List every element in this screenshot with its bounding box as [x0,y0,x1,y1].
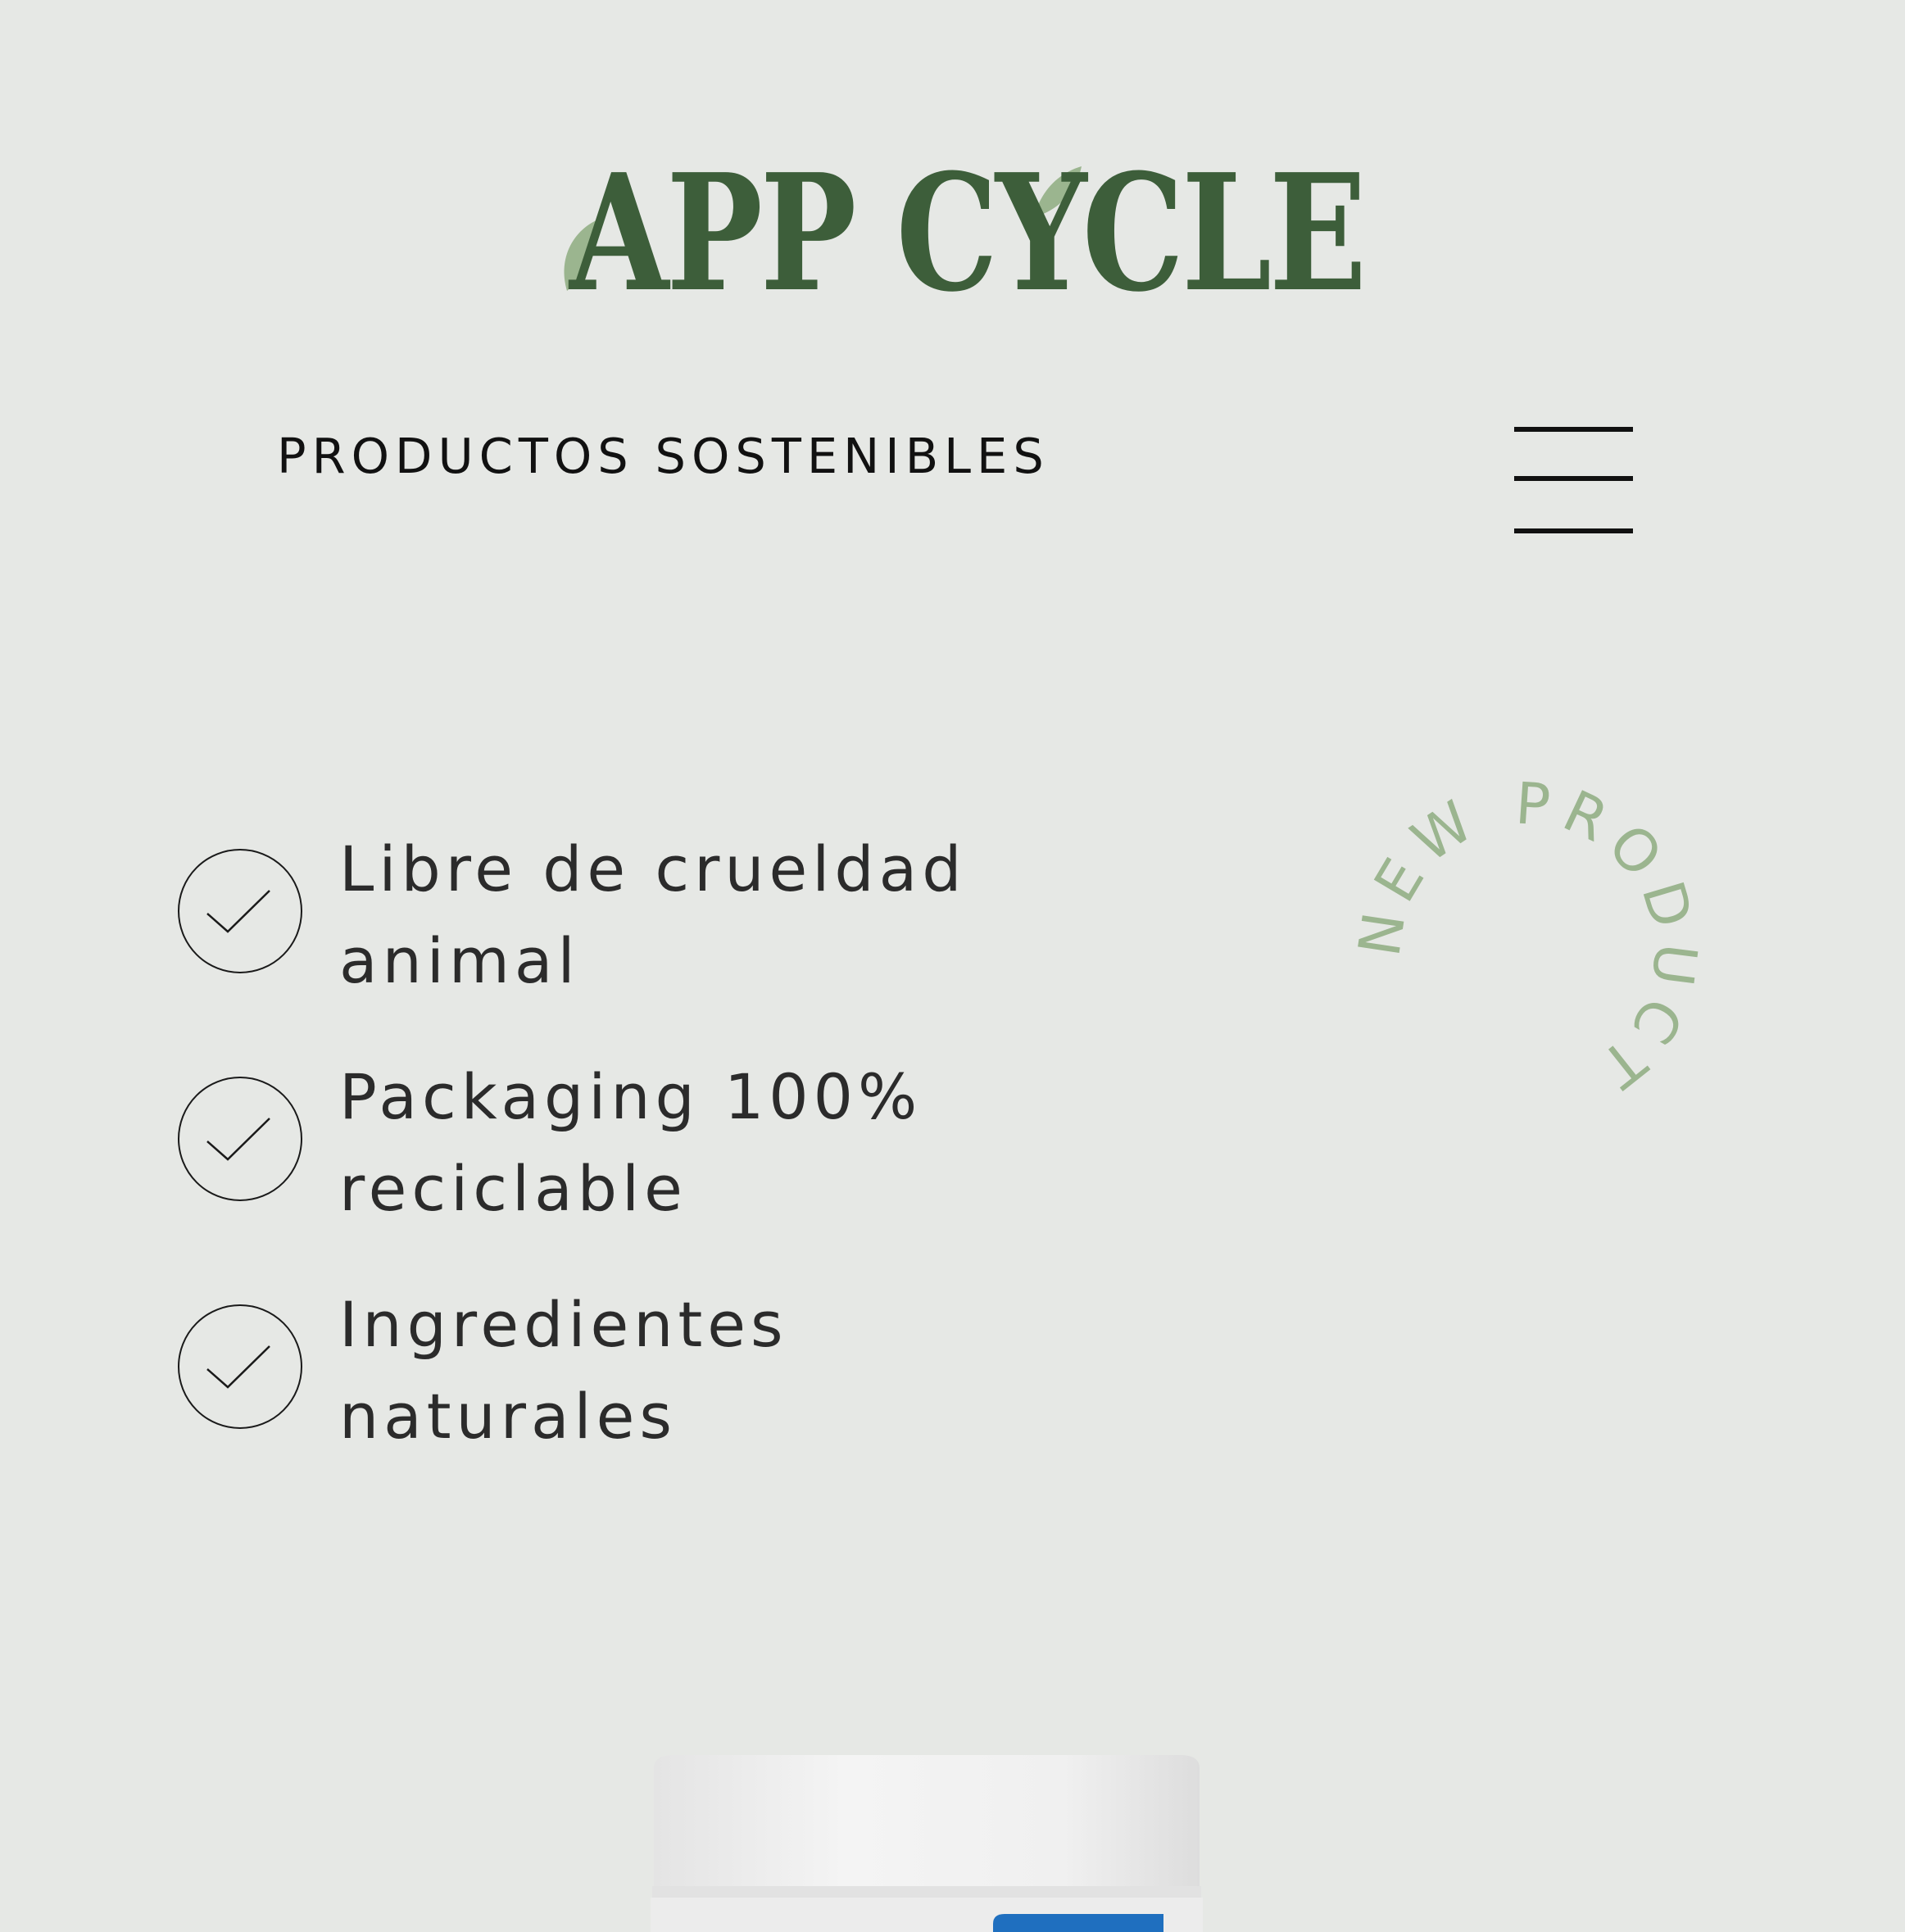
check-circle-icon [178,1304,302,1429]
new-product-badge-graphic: NEW PRODUCT [1345,769,1700,1106]
brand-logo-graphic: APP CYCLE [564,139,1368,328]
feature-line: Packaging 100% [339,1060,923,1133]
check-circle-icon [178,849,302,973]
feature-text: Ingredientes naturales [339,1279,1159,1463]
jar-label [993,1914,1163,1932]
feature-line: naturales [339,1380,677,1453]
hamburger-menu-icon[interactable] [1514,427,1633,537]
feature-list: Libre de crueldad animal Packaging 100% … [177,823,1160,1507]
feature-item: Packaging 100% reciclable [177,1051,1160,1279]
check-circle-icon [178,1077,302,1201]
badge-text: NEW PRODUCT [1345,769,1710,1106]
product-jar-image [649,1752,1204,1932]
product-jar-graphic [651,1755,1203,1932]
menu-line [1514,427,1633,432]
header-tagline: PRODUCTOS SOSTENIBLES [277,428,1050,484]
feature-line: Ingredientes [339,1288,788,1361]
feature-text: Libre de crueldad animal [339,823,1159,1007]
badge-text-path: NEW PRODUCT [1345,769,1700,1106]
jar-lid-rim [652,1886,1201,1898]
menu-line [1514,528,1633,533]
feature-line: animal [339,924,580,997]
feature-line: reciclable [339,1152,687,1225]
feature-item: Ingredientes naturales [177,1279,1160,1507]
feature-text: Packaging 100% reciclable [339,1051,1159,1235]
menu-line [1514,476,1633,481]
brand-name: APP CYCLE [568,139,1364,328]
jar-lid [654,1755,1200,1891]
feature-line: Libre de crueldad [339,832,967,905]
new-product-badge: NEW PRODUCT [1319,769,1700,1139]
brand-logo[interactable]: APP CYCLE [557,139,1377,328]
feature-item: Libre de crueldad animal [177,823,1160,1051]
